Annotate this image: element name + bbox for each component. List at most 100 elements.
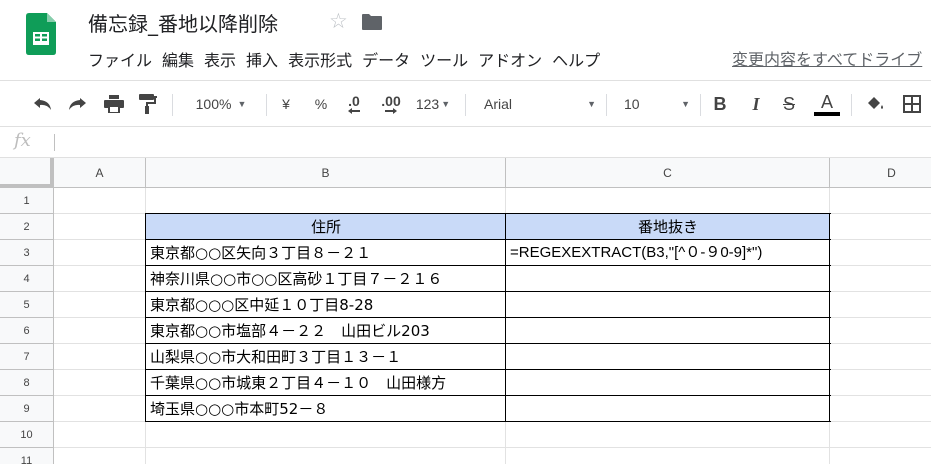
address-cell[interactable]: 東京都○○○区中延１０丁目8-28 — [146, 292, 506, 318]
result-cell[interactable] — [506, 318, 830, 344]
table-border — [145, 213, 146, 422]
decrease-decimal-label: .0 — [348, 93, 360, 109]
toolbar-divider — [465, 94, 466, 116]
text-color-label: A — [820, 92, 833, 112]
row-header-2[interactable]: 2 — [0, 214, 54, 240]
row-header-5[interactable]: 5 — [0, 292, 54, 318]
bold-button[interactable]: B — [709, 81, 731, 127]
decrease-decimal-button[interactable]: .0 — [341, 81, 367, 127]
currency-format-button[interactable]: ¥ — [276, 81, 296, 127]
strikethrough-button[interactable]: S — [778, 81, 800, 127]
row-header-6[interactable]: 6 — [0, 318, 54, 344]
fx-icon: fx — [14, 130, 31, 151]
table-border — [145, 291, 831, 292]
menu-insert[interactable]: 挿入 — [244, 47, 286, 71]
font-family-value: Arial — [484, 96, 513, 112]
number-format-label: 123 — [415, 96, 440, 112]
zoom-select[interactable]: 100% ▼ — [186, 81, 256, 127]
star-icon[interactable]: ☆ — [329, 9, 348, 33]
row-header-1[interactable]: 1 — [0, 188, 54, 214]
menu-edit[interactable]: 編集 — [160, 47, 202, 71]
chevron-down-icon: ▼ — [587, 99, 596, 109]
address-cell[interactable]: 千葉県○○市城東２丁目４－１０ 山田様方 — [146, 370, 506, 396]
spreadsheet-grid: A B C D 1 2 3 4 5 6 7 8 9 10 11 住所 番地抜き … — [0, 158, 931, 464]
text-color-swatch — [814, 112, 840, 116]
undo-icon[interactable] — [30, 81, 56, 127]
paint-format-icon[interactable] — [135, 81, 161, 127]
result-cell[interactable] — [506, 370, 830, 396]
result-cell[interactable] — [506, 344, 830, 370]
print-icon[interactable] — [101, 81, 127, 127]
row-header-3[interactable]: 3 — [0, 240, 54, 266]
formula-divider — [54, 134, 55, 151]
percent-format-button[interactable]: % — [311, 81, 331, 127]
grid-line — [54, 447, 931, 448]
chevron-down-icon: ▼ — [441, 99, 451, 109]
select-all-corner[interactable] — [0, 158, 54, 188]
table-border — [145, 265, 831, 266]
table-border — [145, 239, 831, 240]
font-size-value: 10 — [624, 96, 640, 112]
address-cell[interactable]: 神奈川県○○市○○区高砂１丁目７－２１６ — [146, 266, 506, 292]
table-border — [145, 213, 831, 214]
toolbar-divider — [851, 94, 852, 116]
toolbar-divider — [266, 94, 267, 116]
font-family-select[interactable]: Arial ▼ — [478, 81, 596, 127]
row-header-11[interactable]: 11 — [0, 448, 54, 464]
row-header-9[interactable]: 9 — [0, 396, 54, 422]
result-cell[interactable] — [506, 396, 830, 422]
menu-addons[interactable]: アドオン — [476, 47, 550, 71]
header-cell-stripped[interactable]: 番地抜き — [506, 214, 830, 240]
table-border — [145, 395, 831, 396]
redo-icon[interactable] — [64, 81, 90, 127]
menu-view[interactable]: 表示 — [202, 47, 244, 71]
row-header-7[interactable]: 7 — [0, 344, 54, 370]
address-cell[interactable]: 東京都○○市塩部４－２２ 山田ビル203 — [146, 318, 506, 344]
formula-bar: fx — [0, 126, 931, 158]
borders-icon[interactable] — [899, 81, 925, 127]
table-border — [145, 317, 831, 318]
folder-icon[interactable] — [362, 14, 382, 30]
formula-input[interactable] — [62, 133, 922, 153]
toolbar-divider — [606, 94, 607, 116]
increase-decimal-label: .00 — [381, 93, 401, 109]
column-header-c[interactable]: C — [506, 158, 830, 188]
result-cell[interactable] — [506, 266, 830, 292]
row-header-8[interactable]: 8 — [0, 370, 54, 396]
row-header-10[interactable]: 10 — [0, 422, 54, 448]
menu-help[interactable]: ヘルプ — [550, 47, 608, 71]
arrow-left-icon — [348, 108, 360, 114]
result-cell[interactable] — [506, 292, 830, 318]
font-size-select[interactable]: 10 ▼ — [618, 81, 690, 127]
address-cell[interactable]: 埼玉県○○○市本町52－８ — [146, 396, 506, 422]
table-border — [145, 421, 831, 422]
fill-color-icon[interactable] — [862, 81, 888, 127]
document-title[interactable]: 備忘録_番地以降削除 — [88, 8, 278, 37]
text-color-button[interactable]: A — [813, 81, 841, 127]
menu-file[interactable]: ファイル — [86, 47, 160, 71]
increase-decimal-button[interactable]: .00 — [376, 81, 406, 127]
address-cell[interactable]: 山梨県○○市大和田町３丁目１３－１ — [146, 344, 506, 370]
toolbar-divider — [700, 94, 701, 116]
address-cell[interactable]: 東京都○○区矢向３丁目８－２１ — [146, 240, 506, 266]
menu-bar: ファイル 編集 表示 挿入 表示形式 データ ツール アドオン ヘルプ — [86, 47, 608, 71]
toolbar-divider — [172, 94, 173, 116]
last-edit-link[interactable]: 変更内容をすべてドライブ — [732, 46, 922, 70]
header-cell-address[interactable]: 住所 — [146, 214, 506, 240]
column-header-b[interactable]: B — [146, 158, 506, 188]
sheets-logo-icon[interactable] — [26, 13, 56, 55]
menu-format[interactable]: 表示形式 — [286, 47, 360, 71]
column-header-d[interactable]: D — [830, 158, 931, 188]
formula-cell[interactable]: =REGEXEXTRACT(B3,"[^０-９0-9]*") — [506, 240, 830, 266]
number-format-select[interactable]: 123 ▼ — [411, 81, 455, 127]
table-border — [505, 213, 506, 422]
menu-data[interactable]: データ — [360, 47, 418, 71]
toolbar: 100% ▼ ¥ % .0 .00 123 ▼ Arial ▼ 10 ▼ B I S A — [0, 80, 931, 127]
chevron-down-icon: ▼ — [681, 99, 690, 109]
column-header-a[interactable]: A — [54, 158, 146, 188]
table-border — [829, 213, 830, 422]
menu-tools[interactable]: ツール — [418, 47, 476, 71]
row-header-4[interactable]: 4 — [0, 266, 54, 292]
italic-button[interactable]: I — [745, 81, 767, 127]
table-border — [145, 343, 831, 344]
